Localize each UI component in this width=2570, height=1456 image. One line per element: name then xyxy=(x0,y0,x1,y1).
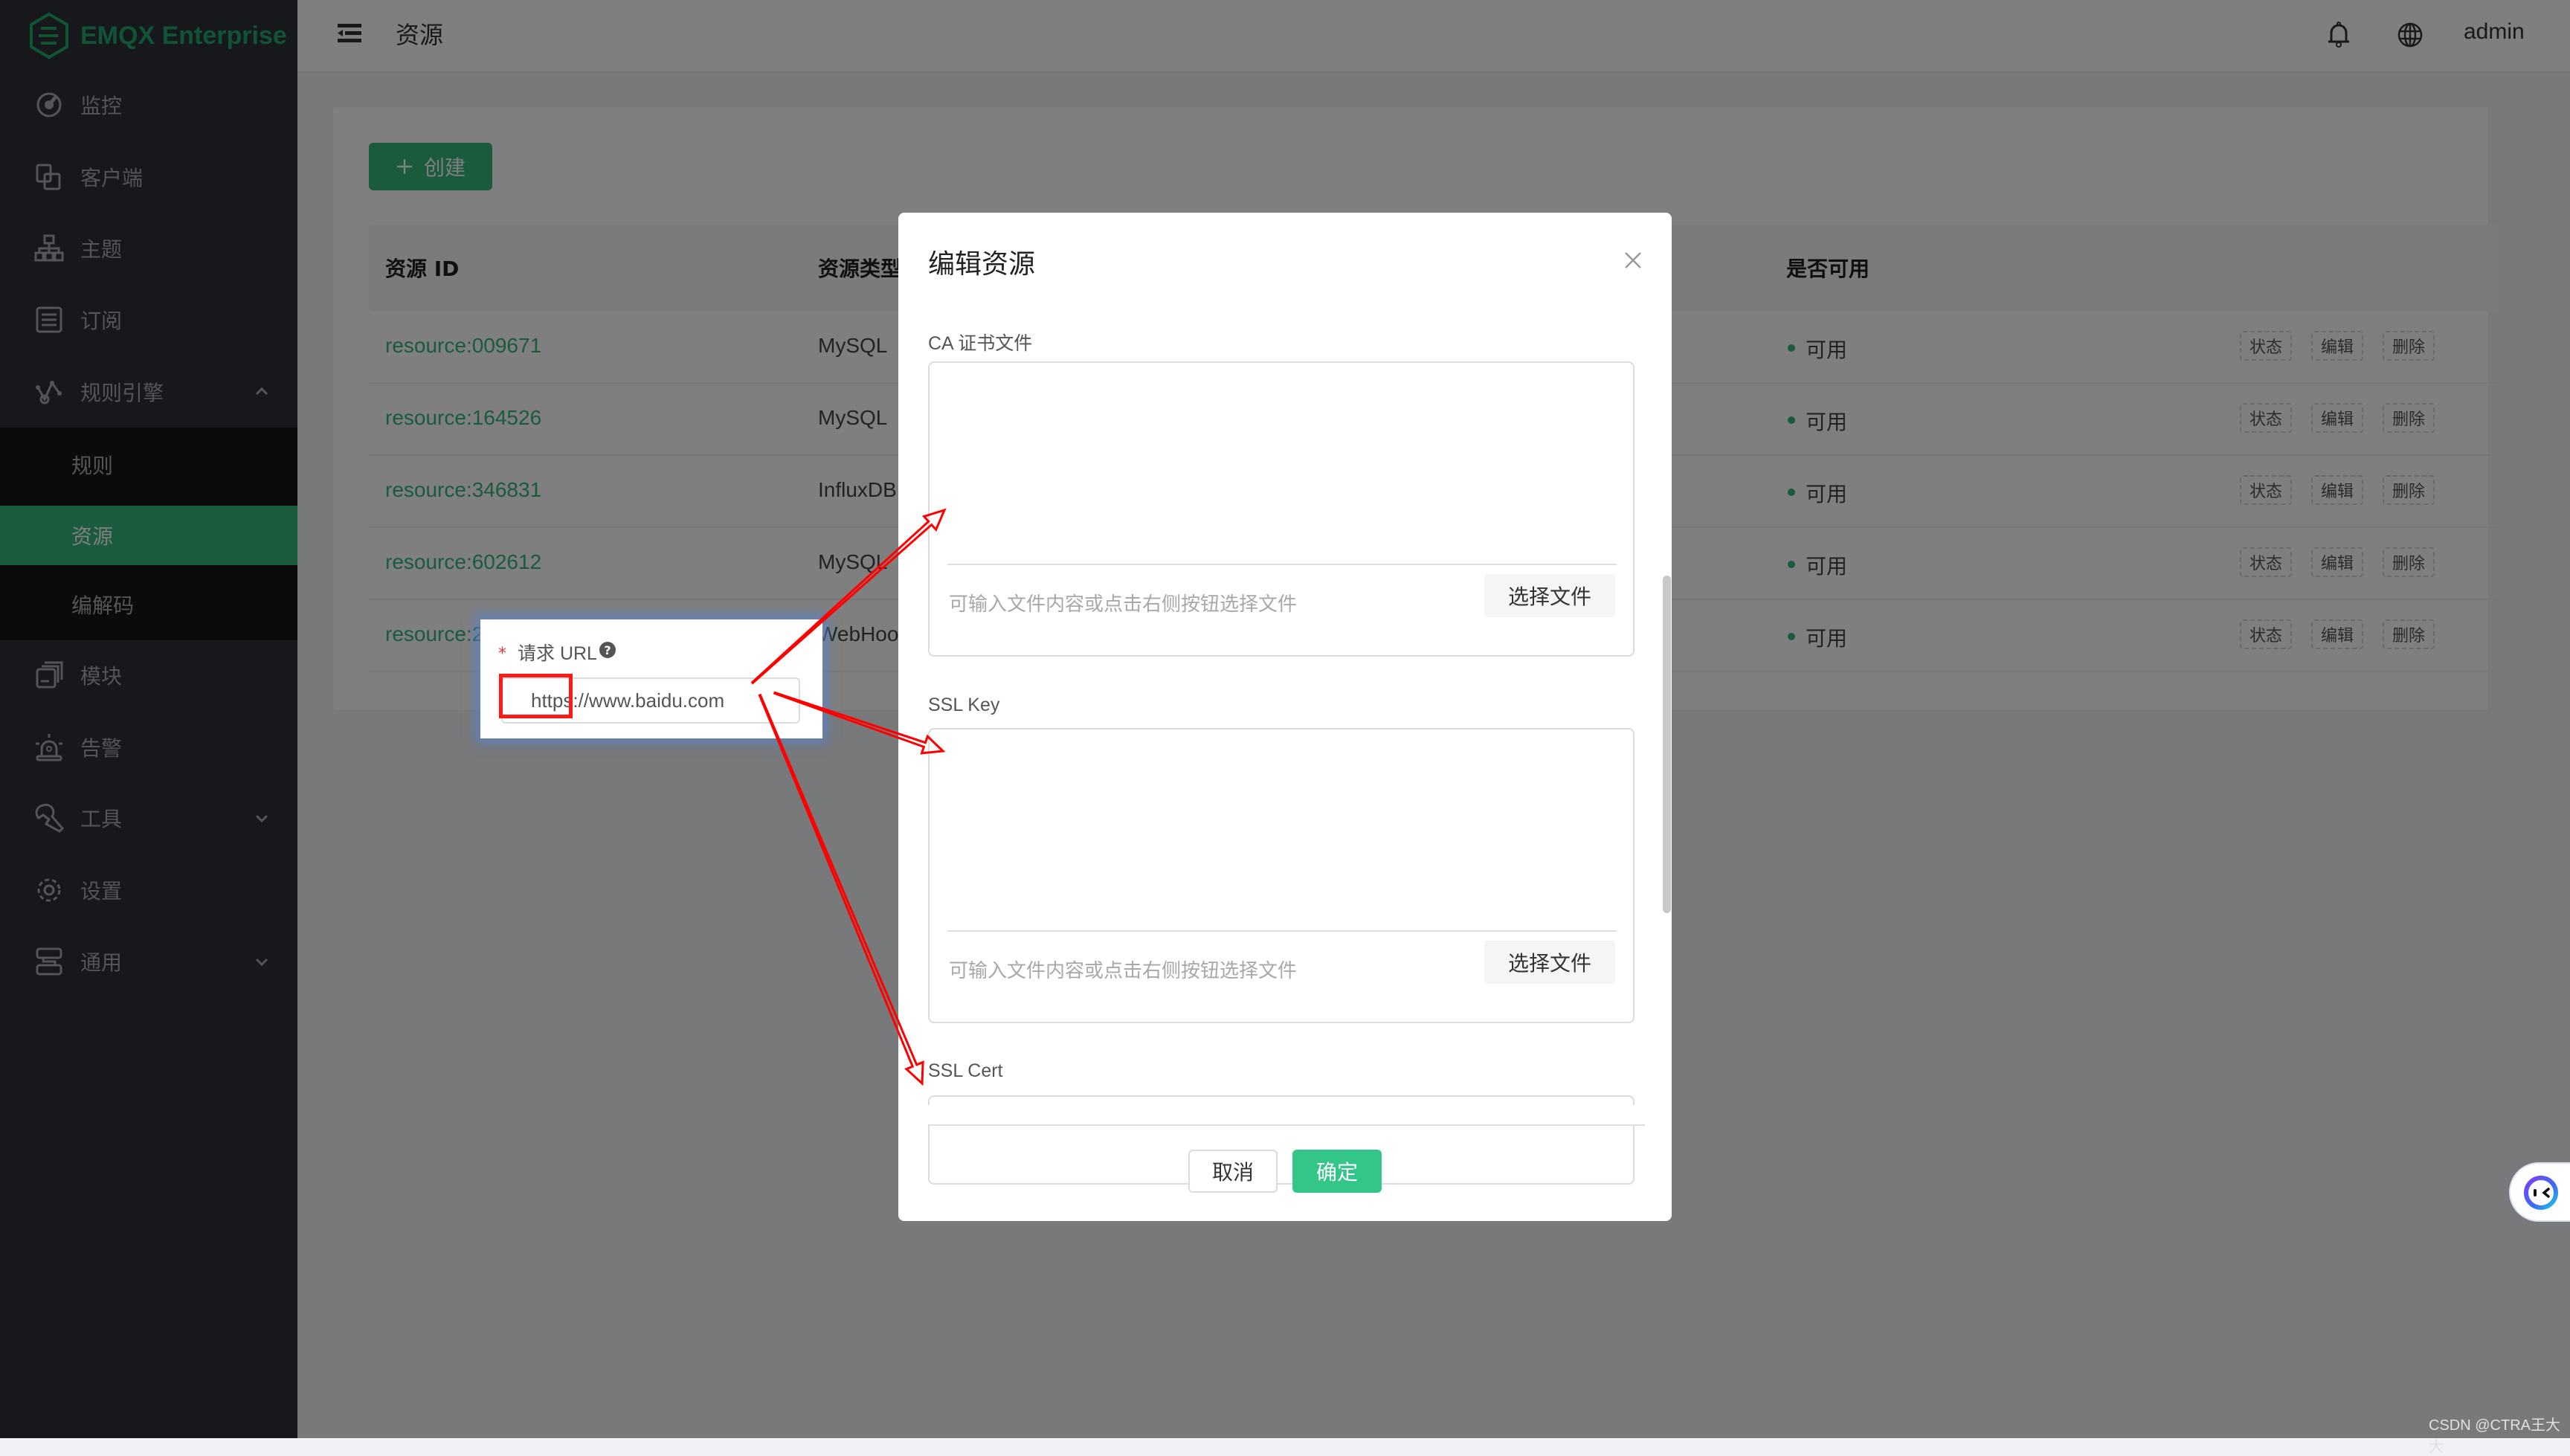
assistant-face-icon xyxy=(2524,1176,2558,1210)
https-highlight-box xyxy=(499,674,573,718)
help-icon[interactable]: ? xyxy=(599,642,616,658)
ssl-cert-label: SSL Cert xyxy=(928,1060,1003,1081)
ssl-key-label: SSL Key xyxy=(928,695,1000,715)
edit-resource-dialog: 编辑资源 CA 证书文件 可输入文件内容或点击右侧按钮选择文件 选择文件 SSL… xyxy=(898,213,1672,1221)
ca-cert-label: CA 证书文件 xyxy=(928,333,1033,354)
dialog-title: 编辑资源 xyxy=(928,249,1036,280)
close-icon[interactable] xyxy=(1623,250,1643,271)
request-url-label: 请求 URL xyxy=(518,643,597,664)
ssl-key-textarea[interactable] xyxy=(947,729,1617,932)
watermark: CSDN @CTRA王大大 xyxy=(2429,1417,2560,1455)
dialog-scrollbar[interactable] xyxy=(1663,576,1671,913)
ca-cert-field: 可输入文件内容或点击右侧按钮选择文件 选择文件 xyxy=(928,361,1635,657)
ssl-key-select-file-button[interactable]: 选择文件 xyxy=(1484,941,1615,984)
cancel-button[interactable]: 取消 xyxy=(1188,1150,1278,1193)
confirm-button[interactable]: 确定 xyxy=(1292,1150,1382,1193)
assistant-widget[interactable] xyxy=(2509,1162,2570,1222)
ssl-key-field: 可输入文件内容或点击右侧按钮选择文件 选择文件 xyxy=(928,728,1635,1023)
dialog-footer-divider xyxy=(928,1124,1645,1126)
dialog-footer-divider xyxy=(928,1105,1645,1124)
ca-cert-textarea[interactable] xyxy=(947,363,1617,565)
ca-cert-select-file-button[interactable]: 选择文件 xyxy=(1484,574,1615,617)
required-mark: * xyxy=(498,645,506,663)
ca-cert-placeholder[interactable]: 可输入文件内容或点击右侧按钮选择文件 xyxy=(949,589,1297,616)
ssl-key-placeholder[interactable]: 可输入文件内容或点击右侧按钮选择文件 xyxy=(949,956,1297,983)
